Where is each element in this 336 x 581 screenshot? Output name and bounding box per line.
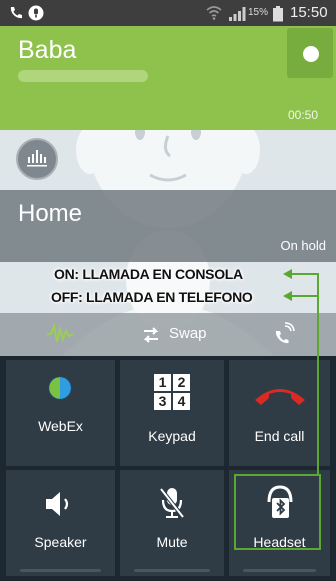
battery-percent: 15% [248,7,269,18]
active-caller-name: Baba [18,36,77,64]
active-call-panel: Baba 00:50 [0,26,336,130]
status-time: 15:50 [290,4,328,21]
end-call-button[interactable]: End call [229,360,330,466]
mute-mic-icon [159,487,185,519]
audio-visualizer-button[interactable] [16,138,58,180]
keypad-digit: 2 [173,374,190,391]
call-button-grid: WebEx 1 2 3 4 Keypad End call Speaker Mu… [0,356,336,581]
speaker-indicator-bar [20,569,101,572]
battery-icon [273,6,283,22]
headset-button[interactable]: Headset [229,470,330,576]
mute-indicator-bar [134,569,210,572]
end-call-label: End call [254,428,305,444]
annotation-on-console: ON: LLAMADA EN CONSOLA [54,266,243,282]
speaker-icon [46,492,69,516]
phone-icon [10,7,22,19]
hold-dot-icon [303,46,319,62]
keypad-label: Keypad [148,428,196,444]
merge-call-icon[interactable] [272,322,296,348]
status-bar: 15% 15:50 [0,0,336,26]
mic-icon [28,5,44,21]
mute-button[interactable]: Mute [120,470,224,576]
held-call-panel[interactable]: Home On hold [0,190,336,262]
webex-icon [48,376,72,400]
headset-label: Headset [253,534,306,550]
swap-icon[interactable] [140,325,162,345]
call-timer: 00:50 [288,108,319,122]
bluetooth-headset-icon [267,485,293,518]
webex-label: WebEx [38,418,83,434]
speaker-button[interactable]: Speaker [6,470,115,576]
hold-button[interactable] [287,28,333,78]
held-caller-name: Home [18,200,83,227]
headset-indicator-bar [243,569,316,572]
keypad-button[interactable]: 1 2 3 4 Keypad [120,360,224,466]
signal-icon [229,7,246,21]
webex-button[interactable]: WebEx [6,360,115,466]
keypad-digit: 4 [173,393,190,410]
keypad-digit: 3 [154,393,171,410]
equalizer-icon [27,150,47,167]
annotation-off-phone: OFF: LLAMADA EN TELEFONO [51,289,253,305]
call-action-strip: Swap [0,313,336,356]
end-call-icon [255,389,305,405]
speaker-label: Speaker [34,534,87,550]
held-call-status: On hold [280,238,326,253]
keypad-digit: 1 [154,374,171,391]
noise-reduction-icon[interactable] [46,323,74,345]
caller-number-redacted [18,70,148,82]
mute-label: Mute [156,534,188,550]
keypad-icon: 1 2 3 4 [154,374,190,410]
wifi-icon [206,6,222,20]
swap-label[interactable]: Swap [169,325,207,342]
